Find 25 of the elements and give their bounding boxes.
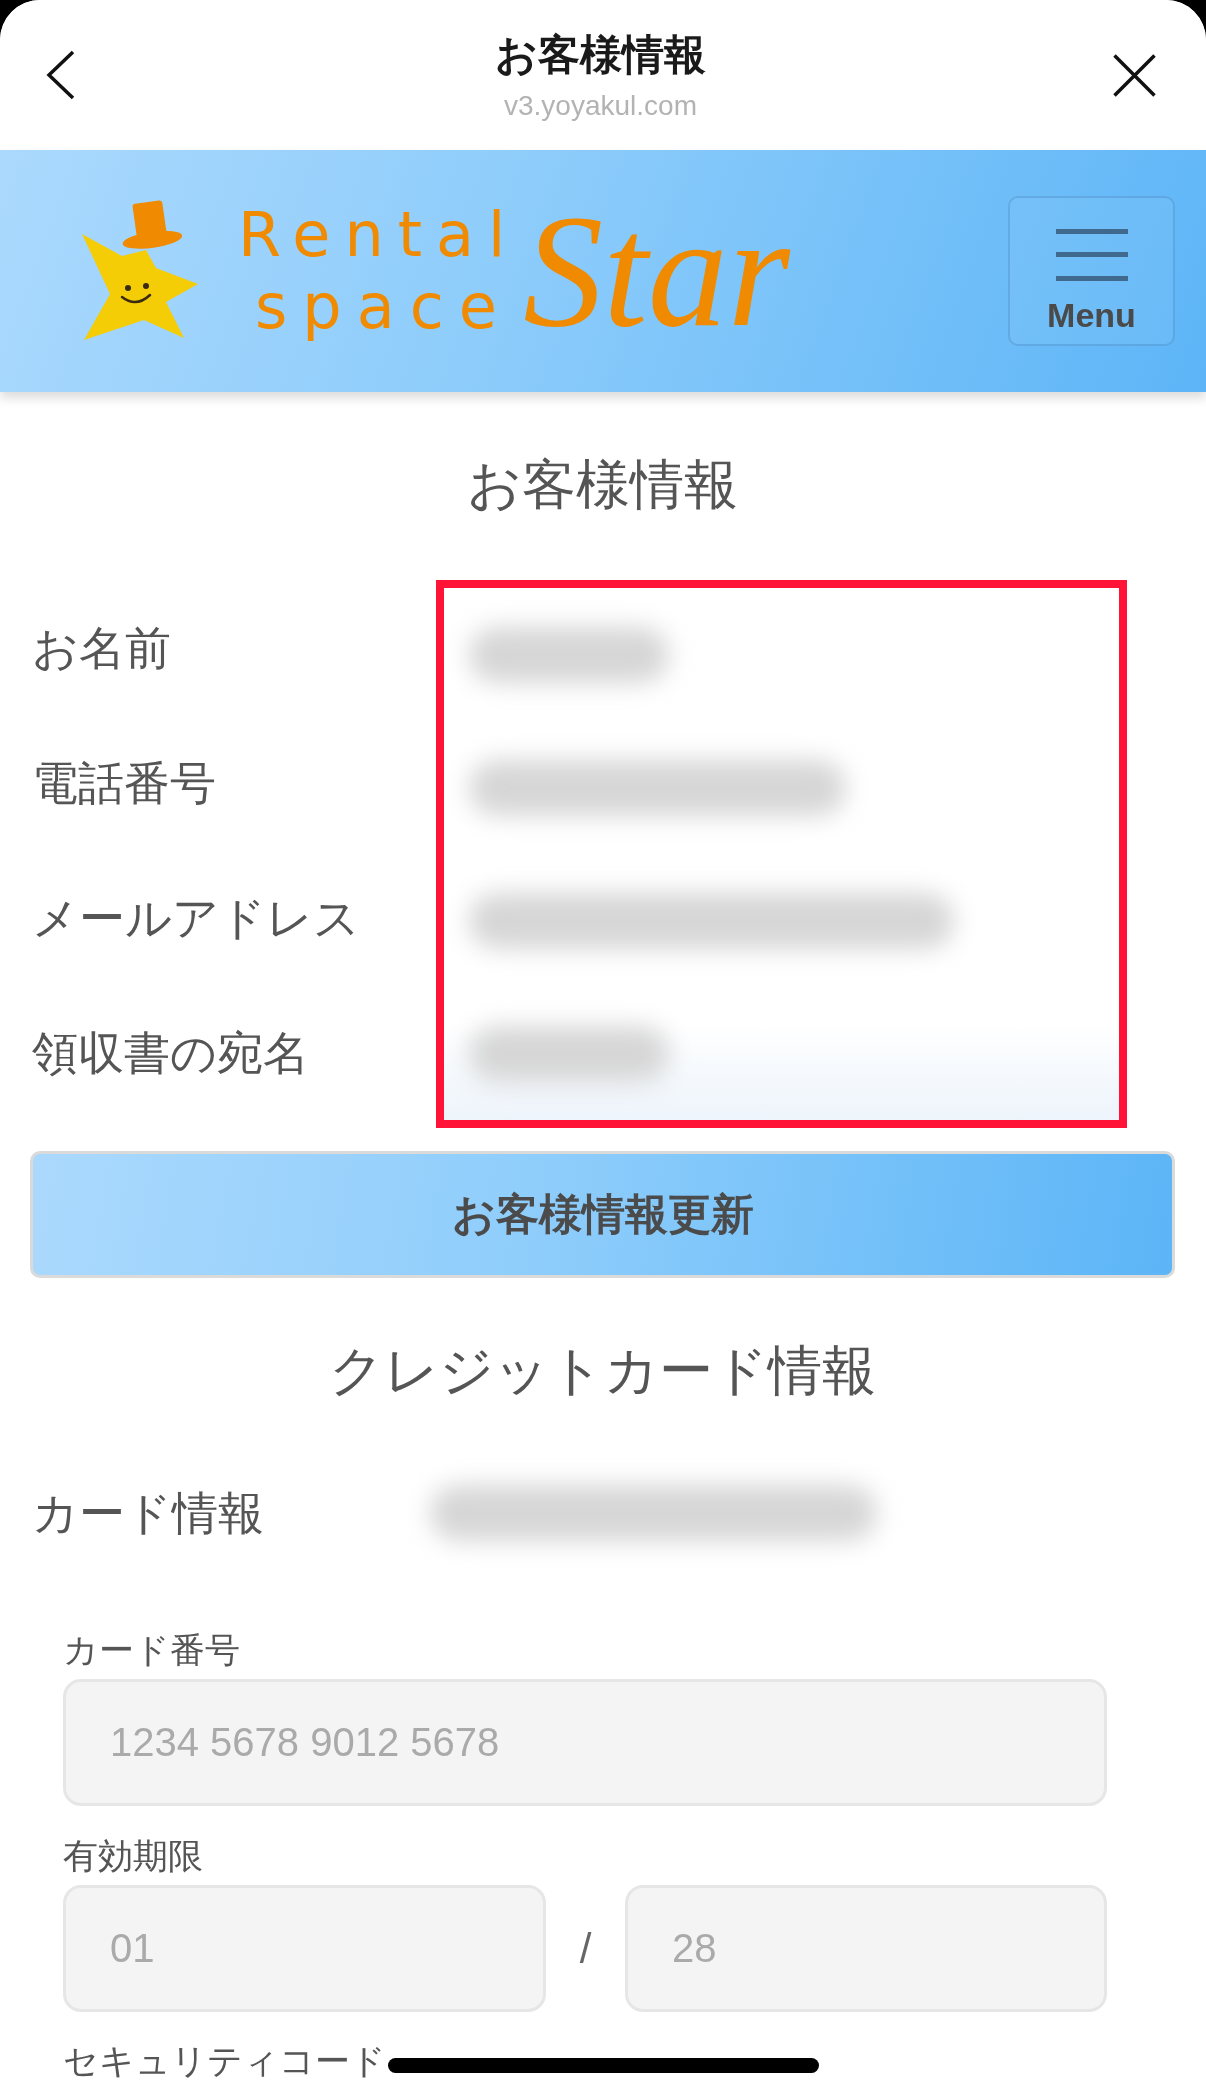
input-field[interactable]: 01	[63, 1885, 546, 2012]
update-button[interactable]: お客様情報更新	[30, 1151, 1175, 1278]
field-label: メールアドレス	[32, 889, 360, 946]
section-heading: お客様情報	[467, 453, 738, 517]
field-label: お名前	[32, 619, 171, 676]
logo-text: space	[255, 271, 512, 343]
field-label: セキュリティコード	[63, 2040, 386, 2083]
back-icon[interactable]	[45, 50, 75, 100]
field-label: 電話番号	[32, 754, 216, 811]
field-label: カード情報	[32, 1484, 264, 1541]
logo-text: Rental	[238, 199, 520, 271]
menu-icon	[1055, 229, 1128, 281]
input-field[interactable]: 1234 5678 9012 5678	[63, 1679, 1107, 1806]
menu-button[interactable]: Menu	[1008, 196, 1175, 346]
separator-text: /	[579, 1923, 592, 1974]
section-heading: クレジットカード情報	[329, 1339, 876, 1403]
star-with-hat-icon	[80, 200, 200, 342]
page-title: お客様情報	[495, 29, 706, 81]
field-label: 領収書の宛名	[32, 1024, 309, 1081]
close-icon[interactable]	[1113, 53, 1156, 97]
page-url: v3.yoyakul.com	[504, 89, 697, 123]
field-label: カード番号	[63, 1629, 240, 1672]
logo-text: Star	[523, 191, 790, 351]
input-field[interactable]: 28	[625, 1885, 1107, 2012]
field-label: 有効期限	[63, 1835, 203, 1878]
